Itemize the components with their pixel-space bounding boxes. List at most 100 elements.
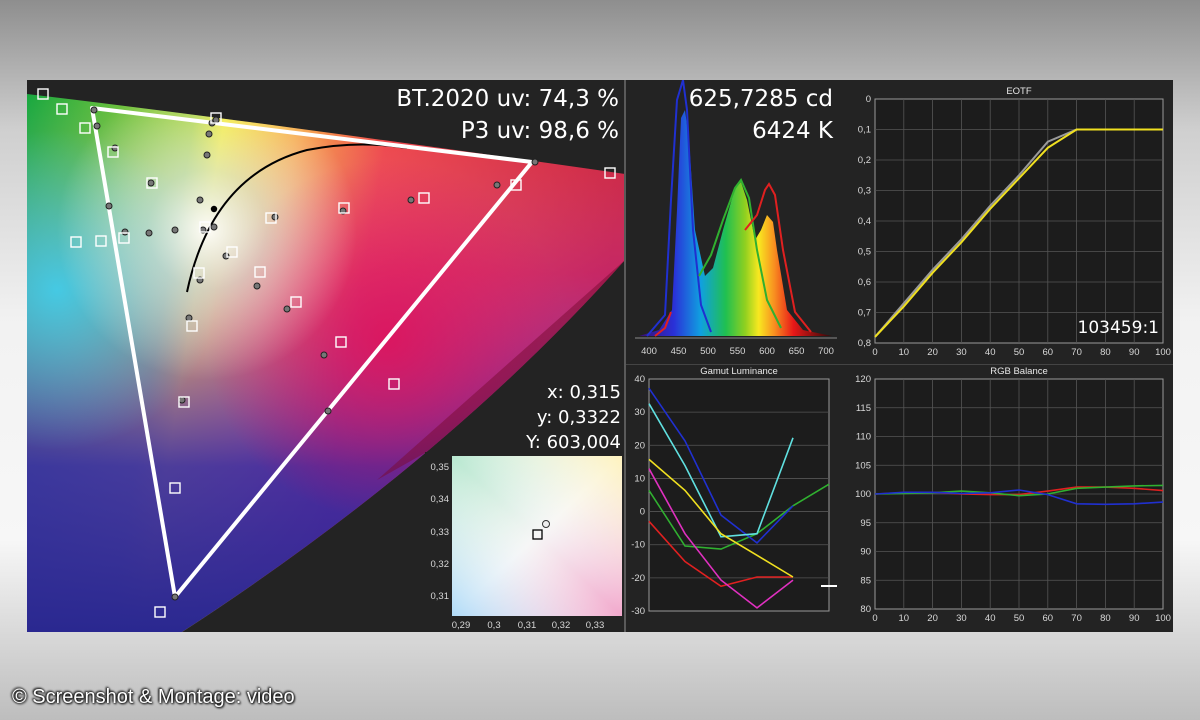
x-readout: x: 0,315 bbox=[547, 382, 621, 403]
gamut-luminance-chart: Gamut Luminance 40 30 20 10 0 -10 -20 -30 bbox=[631, 366, 837, 617]
y-tick-label: -30 bbox=[631, 606, 645, 617]
luminance-readout: 625,7285 cd bbox=[689, 86, 833, 112]
y-tick-label: 0,7 bbox=[858, 308, 871, 319]
p3-readout: P3 uv: 98,6 % bbox=[461, 118, 619, 144]
inset-y-tick: 0,31 bbox=[431, 591, 450, 602]
y-tick-label: 40 bbox=[634, 374, 645, 385]
x-tick-label: 90 bbox=[1129, 347, 1140, 358]
inset-x-tick: 0,32 bbox=[552, 620, 571, 631]
x-tick-label: 50 bbox=[1014, 613, 1025, 624]
y-tick-label: 120 bbox=[855, 374, 871, 385]
panel-divider-v bbox=[624, 80, 626, 632]
y-tick-label: 85 bbox=[860, 575, 871, 586]
spectrum-x-tick: 450 bbox=[671, 346, 687, 357]
measured-point bbox=[203, 151, 211, 159]
y-tick-label: 80 bbox=[860, 604, 871, 615]
y-tick-label: 0 bbox=[640, 507, 645, 518]
x-tick-label: 70 bbox=[1071, 613, 1082, 624]
contrast-ratio: 103459:1 bbox=[1078, 318, 1159, 338]
inset-y-tick: 0,35 bbox=[431, 462, 450, 473]
inset-y-tick: 0,32 bbox=[431, 559, 450, 570]
y-tick-label: 105 bbox=[855, 460, 871, 471]
spectrum-x-tick: 650 bbox=[789, 346, 805, 357]
x-tick-label: 70 bbox=[1071, 347, 1082, 358]
x-tick-label: 0 bbox=[872, 347, 877, 358]
measured-point bbox=[222, 252, 230, 260]
x-tick-label: 80 bbox=[1100, 613, 1111, 624]
measured-point bbox=[145, 229, 153, 237]
x-tick-label: 50 bbox=[1014, 347, 1025, 358]
y-tick-label: 0,5 bbox=[858, 247, 871, 258]
measured-point bbox=[196, 196, 204, 204]
x-tick-label: 40 bbox=[985, 347, 996, 358]
x-tick-label: 80 bbox=[1100, 347, 1111, 358]
chart-title: Gamut Luminance bbox=[700, 366, 778, 377]
x-tick-label: 10 bbox=[899, 613, 910, 624]
measured-point bbox=[171, 593, 179, 601]
x-tick-label: 40 bbox=[985, 613, 996, 624]
measured-point bbox=[531, 158, 539, 166]
y-tick-label: 0 bbox=[866, 94, 871, 105]
inset-x-tick: 0,3 bbox=[487, 620, 500, 631]
chart-title: RGB Balance bbox=[990, 366, 1048, 377]
y-tick-label: -10 bbox=[631, 540, 645, 551]
copyright-caption: © Screenshot & Montage: video bbox=[12, 686, 295, 708]
bt2020-readout: BT.2020 uv: 74,3 % bbox=[396, 86, 619, 112]
x-tick-label: 60 bbox=[1043, 613, 1054, 624]
measured-point bbox=[320, 351, 328, 359]
y-readout: y: 0,3322 bbox=[537, 407, 621, 428]
measured-point bbox=[178, 396, 186, 404]
panel-divider-h bbox=[626, 364, 1173, 365]
inset-x-tick: 0,29 bbox=[452, 620, 471, 631]
measured-point bbox=[205, 130, 213, 138]
measured-point bbox=[210, 223, 218, 231]
measured-point bbox=[283, 305, 291, 313]
y-tick-label: 115 bbox=[856, 403, 871, 414]
measured-point bbox=[407, 196, 415, 204]
x-tick-label: 30 bbox=[956, 613, 967, 624]
x-tick-label: 0 bbox=[872, 613, 877, 624]
inset-y-tick: 0,33 bbox=[431, 527, 450, 538]
inset-y-tick: 0,34 bbox=[431, 494, 450, 505]
y-tick-label: 0,4 bbox=[858, 216, 871, 227]
y-tick-label: 110 bbox=[856, 432, 871, 443]
y-tick-label: -20 bbox=[631, 573, 645, 584]
y-tick-label: 0,3 bbox=[858, 186, 871, 197]
measured-point bbox=[185, 314, 193, 322]
y-tick-label: 30 bbox=[634, 407, 645, 418]
y-tick-label: 95 bbox=[860, 518, 871, 529]
x-tick-label: 100 bbox=[1155, 347, 1171, 358]
y-tick-label: 0,2 bbox=[858, 155, 871, 166]
measured-point bbox=[90, 106, 98, 114]
measured-point bbox=[105, 202, 113, 210]
spectrum-x-tick: 550 bbox=[730, 346, 746, 357]
x-tick-label: 60 bbox=[1043, 347, 1054, 358]
measured-whitepoint bbox=[542, 520, 550, 528]
Y-readout: Y: 603,004 bbox=[525, 432, 621, 453]
y-tick-label: 0,8 bbox=[858, 338, 871, 349]
measured-point bbox=[271, 213, 279, 221]
inset-x-tick: 0,31 bbox=[518, 620, 537, 631]
measured-point bbox=[212, 116, 220, 124]
inset-x-tick: 0,33 bbox=[586, 620, 605, 631]
measured-point bbox=[147, 179, 155, 187]
measured-point bbox=[121, 228, 129, 236]
measured-point bbox=[93, 122, 101, 130]
measured-point bbox=[111, 144, 119, 152]
measured-point bbox=[493, 181, 501, 189]
spectrum-x-tick: 400 bbox=[641, 346, 657, 357]
whitepoint-marker bbox=[210, 205, 218, 213]
x-tick-label: 100 bbox=[1155, 613, 1171, 624]
spectrum-x-tick: 700 bbox=[818, 346, 834, 357]
cct-readout: 6424 K bbox=[752, 118, 834, 144]
eotf-chart: EOTF00,10,20,30,40,50,60,70,80 10 20 30 40 50… bbox=[858, 86, 1171, 358]
rgb-balance-chart: RGB Balance120115110105100959085800 10 20 3… bbox=[855, 366, 1171, 624]
x-tick-label: 20 bbox=[927, 613, 938, 624]
measured-point bbox=[324, 407, 332, 415]
y-tick-label: 100 bbox=[855, 489, 871, 500]
y-tick-label: 0,6 bbox=[858, 277, 871, 288]
spectrum-plot: 625,7285 cd 6424 K 400 450 500 550 600 650 700 bbox=[635, 80, 837, 357]
measured-point bbox=[253, 282, 261, 290]
y-tick-label: 10 bbox=[634, 473, 645, 484]
x-tick-label: 20 bbox=[927, 347, 938, 358]
